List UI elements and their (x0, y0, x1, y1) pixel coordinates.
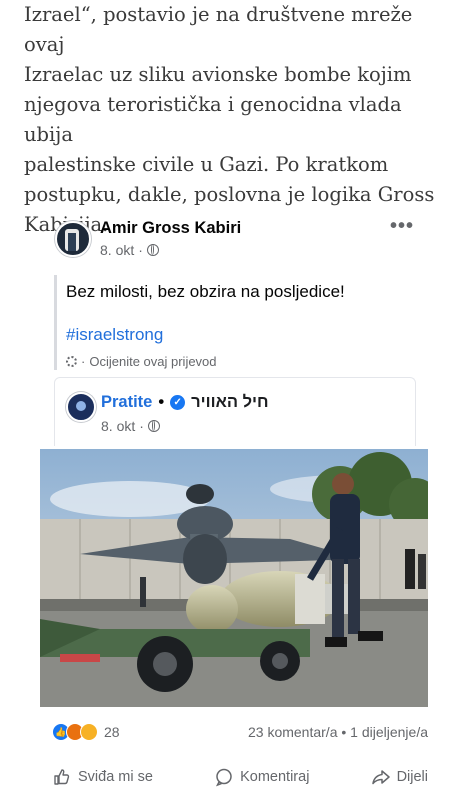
reaction-icons[interactable]: 👍 (52, 723, 98, 741)
post-date[interactable]: 8. okt (100, 242, 134, 258)
comments-shares-count[interactable]: 23 komentar/a • 1 dijeljenje/a (248, 724, 428, 740)
article-line: Izraelac uz sliku avionske bombe kojim (24, 63, 412, 86)
reaction-count[interactable]: 28 (104, 724, 120, 740)
comment-button[interactable]: Komentiraj (214, 765, 309, 789)
post-meta: 8. okt · (100, 242, 159, 258)
reaction-stats: 👍 28 23 komentar/a • 1 dijeljenje/a (52, 723, 428, 743)
shared-meta: 8. okt · (101, 418, 160, 434)
shared-head: Pratite • ✓ חיל האוויר (101, 393, 269, 412)
shared-separator: · (139, 418, 144, 434)
post-photo[interactable] (40, 449, 428, 707)
jet-and-bomb-image (40, 449, 428, 707)
gear-icon (66, 356, 77, 367)
action-bar: Sviđa mi se Komentiraj Dijeli (52, 765, 428, 789)
comment-icon (216, 768, 232, 787)
like-button[interactable]: Sviđa mi se (52, 765, 153, 789)
dot-separator: • (158, 393, 165, 411)
hashtag-link[interactable]: #israelstrong (66, 325, 163, 345)
article-line: postupku, dakle, poslovna je logika Gros… (24, 183, 435, 206)
article-line: palestinske civile u Gazi. Po kratkom (24, 153, 389, 176)
page-avatar[interactable] (66, 392, 96, 422)
follow-button[interactable]: Pratite (101, 393, 152, 412)
article-line: Izrael“, postavio je na društvene mreže … (24, 3, 413, 56)
comment-label: Komentiraj (240, 769, 310, 785)
thumbs-up-icon (54, 769, 70, 785)
globe-icon (147, 420, 160, 432)
shared-date[interactable]: 8. okt (101, 418, 135, 434)
translate-label: Ocijenite ovaj prijevod (89, 354, 217, 369)
post-text: Bez milosti, bez obzira na posljedice! (66, 282, 345, 301)
share-button[interactable]: Dijeli (371, 765, 428, 789)
author-name[interactable]: Amir Gross Kabiri (100, 219, 241, 238)
quote-bar (54, 275, 57, 370)
translation-rating[interactable]: · Ocijenite ovaj prijevod (66, 354, 217, 369)
article-text: Izrael“, postavio je na društvene mreže … (24, 0, 449, 240)
more-options-icon[interactable]: ••• (390, 215, 414, 238)
meta-separator: · (138, 242, 143, 258)
verified-badge-icon: ✓ (170, 395, 186, 410)
share-label: Dijeli (396, 769, 428, 785)
shared-post-header: Pratite • ✓ חיל האוויר 8. okt · (54, 377, 416, 446)
share-arrow-icon (371, 770, 390, 785)
translate-separator: · (81, 354, 86, 369)
care-reaction-icon (80, 723, 98, 741)
article-line: njegova teroristička i genocidna vlada u… (24, 93, 402, 146)
globe-icon (146, 244, 159, 256)
like-label: Sviđa mi se (78, 769, 153, 785)
author-avatar[interactable] (55, 221, 91, 257)
page-name[interactable]: חיל האוויר (191, 393, 268, 412)
